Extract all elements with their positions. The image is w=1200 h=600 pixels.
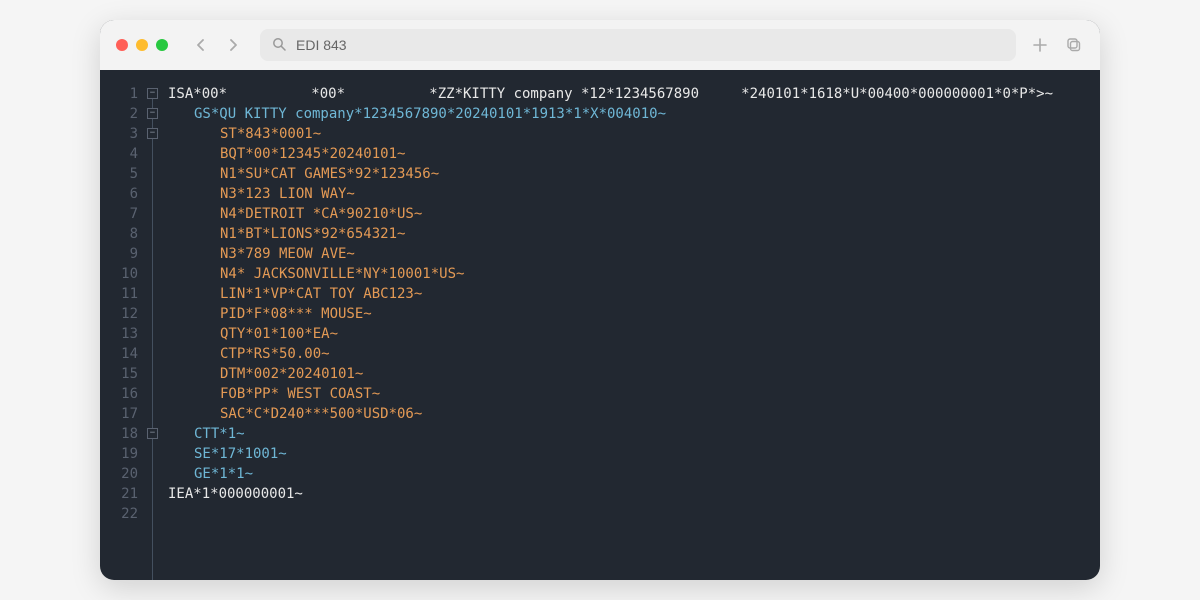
- code-line[interactable]: BQT*00*12345*20240101~: [168, 144, 1100, 164]
- code-line[interactable]: LIN*1*VP*CAT TOY ABC123~: [168, 284, 1100, 304]
- code-line[interactable]: FOB*PP* WEST COAST~: [168, 384, 1100, 404]
- line-number: 7: [100, 204, 138, 224]
- code-line[interactable]: SE*17*1001~: [168, 444, 1100, 464]
- line-number: 22: [100, 504, 138, 524]
- code-line[interactable]: N1*SU*CAT GAMES*92*123456~: [168, 164, 1100, 184]
- code-line[interactable]: N1*BT*LIONS*92*654321~: [168, 224, 1100, 244]
- line-number: 2: [100, 104, 138, 124]
- line-number: 13: [100, 324, 138, 344]
- fold-column: − − − −: [146, 84, 164, 580]
- zoom-icon[interactable]: [156, 39, 168, 51]
- search-icon: [272, 36, 286, 55]
- code-line[interactable]: GE*1*1~: [168, 464, 1100, 484]
- code-line[interactable]: [168, 504, 1100, 524]
- line-number: 8: [100, 224, 138, 244]
- line-number: 19: [100, 444, 138, 464]
- new-tab-button[interactable]: [1030, 35, 1050, 55]
- line-number: 5: [100, 164, 138, 184]
- line-number: 9: [100, 244, 138, 264]
- code-line[interactable]: CTT*1~: [168, 424, 1100, 444]
- code-line[interactable]: N4* JACKSONVILLE*NY*10001*US~: [168, 264, 1100, 284]
- code-line[interactable]: GS*QU KITTY company*1234567890*20240101*…: [168, 104, 1100, 124]
- line-number: 11: [100, 284, 138, 304]
- titlebar-actions: [1030, 35, 1084, 55]
- line-number: 16: [100, 384, 138, 404]
- line-number: 20: [100, 464, 138, 484]
- search-bar[interactable]: [260, 29, 1016, 61]
- code-line[interactable]: DTM*002*20240101~: [168, 364, 1100, 384]
- fold-guide-line: [152, 88, 153, 580]
- code-line[interactable]: CTP*RS*50.00~: [168, 344, 1100, 364]
- code-line[interactable]: ISA*00* *00* *ZZ*KITTY company *12*12345…: [168, 84, 1100, 104]
- close-icon[interactable]: [116, 39, 128, 51]
- line-number: 6: [100, 184, 138, 204]
- forward-button[interactable]: [220, 32, 246, 58]
- line-number: 4: [100, 144, 138, 164]
- code-content[interactable]: ISA*00* *00* *ZZ*KITTY company *12*12345…: [164, 84, 1100, 580]
- line-number: 17: [100, 404, 138, 424]
- line-number: 1: [100, 84, 138, 104]
- fold-toggle-icon[interactable]: −: [147, 128, 158, 139]
- code-line[interactable]: N4*DETROIT *CA*90210*US~: [168, 204, 1100, 224]
- search-input[interactable]: [296, 37, 1004, 53]
- window-controls: [116, 39, 168, 51]
- fold-toggle-icon[interactable]: −: [147, 88, 158, 99]
- titlebar: [100, 20, 1100, 70]
- line-number: 21: [100, 484, 138, 504]
- line-number: 15: [100, 364, 138, 384]
- line-number: 14: [100, 344, 138, 364]
- code-line[interactable]: QTY*01*100*EA~: [168, 324, 1100, 344]
- fold-toggle-icon[interactable]: −: [147, 428, 158, 439]
- code-line[interactable]: IEA*1*000000001~: [168, 484, 1100, 504]
- code-line[interactable]: N3*123 LION WAY~: [168, 184, 1100, 204]
- code-line[interactable]: SAC*C*D240***500*USD*06~: [168, 404, 1100, 424]
- code-editor[interactable]: 12345678910111213141516171819202122 −−−−…: [100, 70, 1100, 580]
- nav-buttons: [188, 32, 246, 58]
- line-number: 10: [100, 264, 138, 284]
- line-number-gutter: 12345678910111213141516171819202122: [100, 84, 146, 580]
- line-number: 3: [100, 124, 138, 144]
- line-number: 12: [100, 304, 138, 324]
- line-number: 18: [100, 424, 138, 444]
- minimize-icon[interactable]: [136, 39, 148, 51]
- code-line[interactable]: PID*F*08*** MOUSE~: [168, 304, 1100, 324]
- copy-icon[interactable]: [1064, 35, 1084, 55]
- code-line[interactable]: N3*789 MEOW AVE~: [168, 244, 1100, 264]
- code-line[interactable]: ST*843*0001~: [168, 124, 1100, 144]
- back-button[interactable]: [188, 32, 214, 58]
- editor-window: 12345678910111213141516171819202122 −−−−…: [100, 20, 1100, 580]
- fold-toggle-icon[interactable]: −: [147, 108, 158, 119]
